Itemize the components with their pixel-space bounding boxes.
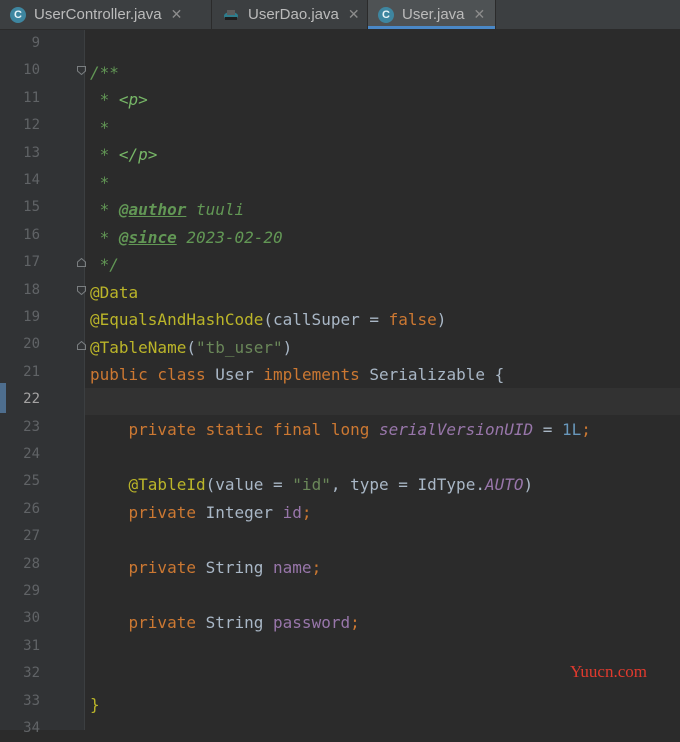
code-line-12: * [90, 118, 110, 137]
line-number: 17 [23, 254, 40, 271]
tab-label: UserController.java [34, 6, 162, 23]
line-number: 33 [23, 692, 40, 709]
code-line-26: private Integer id; [90, 503, 312, 522]
line-number: 19 [23, 309, 40, 325]
code-line-18: @Data [90, 283, 139, 302]
tab-user-java[interactable]: C User.java ✕ [368, 0, 496, 29]
code-line-13: * </p> [90, 145, 158, 164]
line-number: 27 [23, 528, 40, 545]
code-line-15: * @author tuuli [90, 200, 245, 219]
tab-user-dao[interactable]: UserDao.java ✕ [212, 0, 368, 29]
line-number: 14 [23, 172, 40, 188]
line-number: 9 [31, 35, 40, 51]
code-line-25: @TableId(value = "id", type = IdType.AUT… [90, 475, 534, 494]
code-line-21: public class User implements Serializabl… [90, 365, 505, 384]
tab-label: User.java [402, 6, 465, 23]
tab-user-controller[interactable]: C UserController.java ✕ [0, 0, 212, 29]
interface-icon [222, 7, 240, 23]
code-line-10: /** [90, 63, 119, 82]
line-number: 24 [23, 446, 40, 462]
code-line-20: @TableName("tb_user") [90, 338, 293, 357]
code-line-17: */ [90, 255, 119, 274]
code-line-19: @EqualsAndHashCode(callSuper = false) [90, 310, 447, 329]
tab-label: UserDao.java [248, 6, 339, 23]
line-number: 25 [23, 473, 40, 490]
line-number: 20 [23, 336, 40, 353]
fold-end-icon[interactable] [77, 341, 86, 350]
code-line-16: * @since 2023-02-20 [90, 228, 283, 247]
line-number: 22 [23, 391, 40, 408]
line-number: 29 [23, 583, 40, 599]
line-number: 16 [23, 226, 40, 243]
close-icon[interactable]: ✕ [348, 6, 360, 23]
line-number: 15 [23, 199, 40, 216]
code-line-11: * <p> [90, 90, 148, 109]
class-icon: C [378, 6, 394, 23]
close-icon[interactable]: ✕ [171, 6, 183, 23]
line-number: 21 [23, 363, 40, 380]
editor-tab-bar: C UserController.java ✕ UserDao.java ✕ C… [0, 0, 680, 30]
fold-icon[interactable] [77, 66, 86, 75]
line-number: 32 [23, 665, 40, 682]
line-number: 31 [23, 637, 40, 654]
line-number: 34 [23, 720, 40, 736]
line-number: 28 [23, 555, 40, 572]
code-line-33: } [90, 695, 100, 714]
line-number: 26 [23, 500, 40, 517]
code-line-23: private static final long serialVersionU… [90, 420, 591, 439]
line-number: 18 [23, 281, 40, 298]
close-icon[interactable]: ✕ [474, 6, 486, 23]
line-number: 11 [23, 89, 40, 106]
line-number: 10 [23, 62, 40, 79]
code-line-14: * [90, 173, 110, 192]
current-line-highlight [85, 388, 680, 415]
watermark: Yuucn.com [570, 662, 647, 681]
fold-end-icon[interactable] [77, 258, 86, 267]
line-number: 30 [23, 610, 40, 627]
line-number: 23 [23, 418, 40, 435]
fold-icon[interactable] [77, 286, 86, 295]
line-number: 12 [23, 117, 40, 134]
class-icon: C [10, 6, 26, 23]
code-line-28: private String name; [90, 558, 322, 577]
line-number: 13 [23, 144, 40, 161]
code-line-30: private String password; [90, 613, 360, 632]
